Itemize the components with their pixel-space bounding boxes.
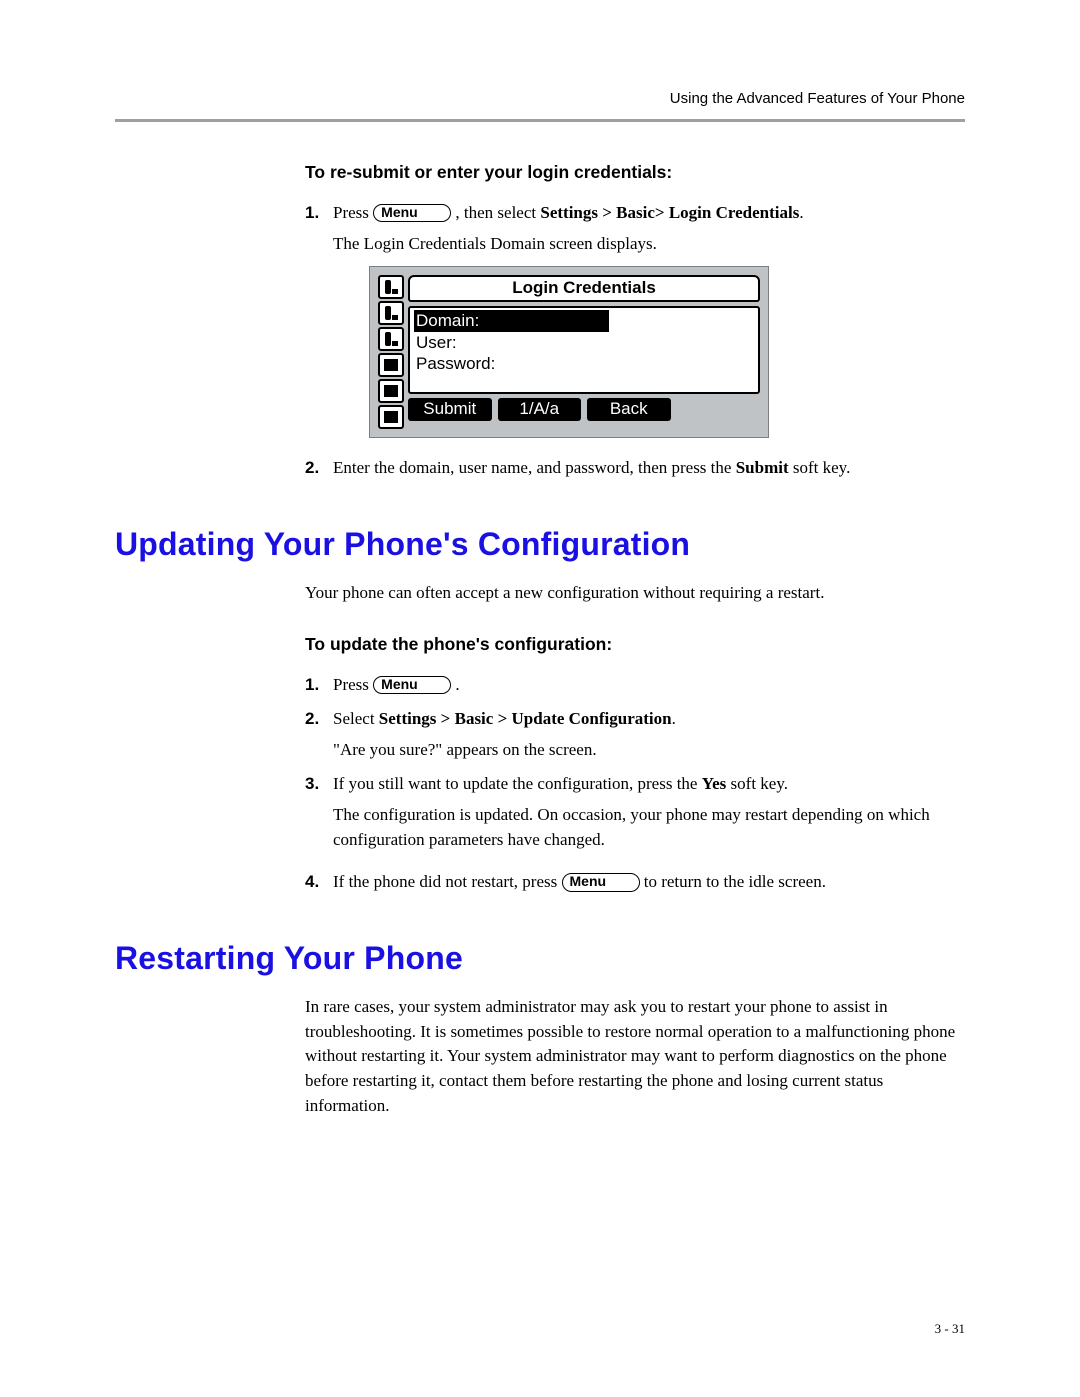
phone-icon bbox=[378, 275, 404, 299]
login-step-2: 2. Enter the domain, user name, and pass… bbox=[305, 456, 965, 481]
login-step-1: 1. Press Menu , then select Settings > B… bbox=[305, 201, 965, 256]
lcd-softkey-mode: 1/A/a bbox=[498, 398, 582, 421]
update-step-4: 4. If the phone did not restart, press M… bbox=[305, 870, 965, 895]
step-text: soft key. bbox=[789, 458, 851, 477]
lcd-field-user: User: bbox=[416, 332, 752, 353]
step-note: The Login Credentials Domain screen disp… bbox=[333, 234, 657, 253]
update-step-3: 3. If you still want to update the confi… bbox=[305, 772, 965, 852]
lcd-sidebar-icons bbox=[378, 275, 404, 429]
step-text: . bbox=[799, 203, 803, 222]
lcd-form: Domain: User: Password: bbox=[408, 306, 760, 394]
updating-intro: Your phone can often accept a new config… bbox=[305, 581, 965, 606]
lcd-softkey-submit: Submit bbox=[408, 398, 492, 421]
step-text: Enter the domain, user name, and passwor… bbox=[333, 458, 736, 477]
header-rule bbox=[115, 119, 965, 122]
heading-updating: Updating Your Phone's Configuration bbox=[115, 526, 965, 563]
menu-button-icon: Menu bbox=[373, 204, 451, 222]
grid-icon bbox=[378, 405, 404, 429]
grid-icon bbox=[378, 379, 404, 403]
step-text: , then select bbox=[455, 203, 540, 222]
lcd-screenshot: Login Credentials Domain: User: Password… bbox=[369, 266, 769, 438]
update-step-1: 1. Press Menu . bbox=[305, 673, 965, 698]
lcd-softkey-blank bbox=[677, 398, 761, 421]
step-bold: Yes bbox=[702, 774, 727, 793]
step-text: soft key. bbox=[726, 774, 788, 793]
grid-icon bbox=[378, 353, 404, 377]
step-note: The configuration is updated. On occasio… bbox=[333, 805, 930, 849]
step-text: Press bbox=[333, 675, 373, 694]
step-number: 1. bbox=[305, 673, 319, 698]
step-bold: Settings > Basic> Login Credentials bbox=[540, 203, 799, 222]
restarting-intro: In rare cases, your system administrator… bbox=[305, 995, 965, 1118]
step-text: . bbox=[672, 709, 676, 728]
running-header: Using the Advanced Features of Your Phon… bbox=[115, 90, 965, 107]
step-text: Press bbox=[333, 203, 373, 222]
step-text: to return to the idle screen. bbox=[640, 872, 826, 891]
step-text: If you still want to update the configur… bbox=[333, 774, 702, 793]
step-text: . bbox=[451, 675, 460, 694]
step-number: 1. bbox=[305, 201, 319, 226]
page-number: 3 - 31 bbox=[935, 1321, 965, 1337]
menu-button-icon: Menu bbox=[373, 676, 451, 694]
phone-icon bbox=[378, 327, 404, 351]
step-note: "Are you sure?" appears on the screen. bbox=[333, 740, 597, 759]
step-bold: Settings > Basic > Update Configuration bbox=[379, 709, 672, 728]
phone-icon bbox=[378, 301, 404, 325]
step-number: 4. bbox=[305, 870, 319, 895]
step-bold: Submit bbox=[736, 458, 789, 477]
step-number: 3. bbox=[305, 772, 319, 797]
heading-restarting: Restarting Your Phone bbox=[115, 940, 965, 977]
lcd-field-domain: Domain: bbox=[414, 310, 609, 331]
step-text: Select bbox=[333, 709, 379, 728]
lcd-softkey-back: Back bbox=[587, 398, 671, 421]
login-subheading: To re-submit or enter your login credent… bbox=[305, 162, 965, 183]
update-step-2: 2. Select Settings > Basic > Update Conf… bbox=[305, 707, 965, 762]
lcd-field-password: Password: bbox=[416, 353, 752, 374]
lcd-title: Login Credentials bbox=[408, 275, 760, 302]
menu-button-icon: Menu bbox=[562, 873, 640, 891]
step-number: 2. bbox=[305, 707, 319, 732]
update-subheading: To update the phone's configuration: bbox=[305, 634, 965, 655]
step-text: If the phone did not restart, press bbox=[333, 872, 562, 891]
step-number: 2. bbox=[305, 456, 319, 481]
